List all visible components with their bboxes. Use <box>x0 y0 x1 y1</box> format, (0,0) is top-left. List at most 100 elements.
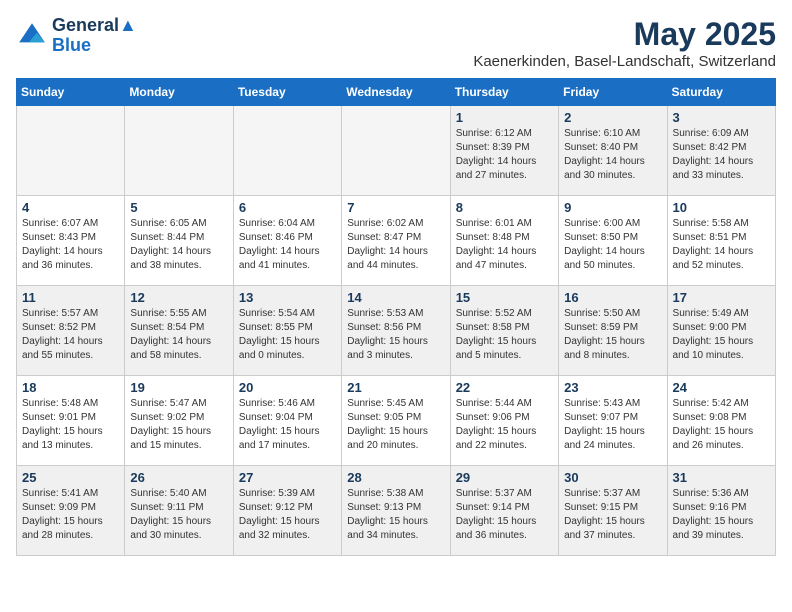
calendar-cell: 18 Sunrise: 5:48 AM Sunset: 9:01 PM Dayli… <box>17 376 125 466</box>
calendar-cell: 2 Sunrise: 6:10 AM Sunset: 8:40 PM Daylig… <box>559 106 667 196</box>
day-number: 9 <box>564 200 661 215</box>
day-number: 1 <box>456 110 553 125</box>
week-row-1: 1 Sunrise: 6:12 AM Sunset: 8:39 PM Daylig… <box>17 106 776 196</box>
day-info: Sunrise: 6:07 AM Sunset: 8:43 PM Dayligh… <box>22 217 119 273</box>
day-info: Sunrise: 5:40 AM Sunset: 9:11 PM Dayligh… <box>130 487 227 543</box>
week-row-5: 25Sunrise: 5:41 AM Sunset: 9:09 PM Dayli… <box>17 466 776 556</box>
location-subtitle: Kaenerkinden, Basel-Landschaft, Switzerl… <box>473 53 776 70</box>
day-info: Sunrise: 6:12 AM Sunset: 8:39 PM Dayligh… <box>456 127 553 183</box>
calendar-cell <box>233 106 341 196</box>
calendar-cell: 31 Sunrise: 5:36 AM Sunset: 9:16 PM Dayli… <box>667 466 775 556</box>
calendar-cell: 10 Sunrise: 5:58 AM Sunset: 8:51 PM Dayli… <box>667 196 775 286</box>
calendar-cell: 21Sunrise: 5:45 AM Sunset: 9:05 PM Dayli… <box>342 376 450 466</box>
calendar-table: SundayMondayTuesdayWednesdayThursdayFrid… <box>16 78 776 556</box>
calendar-cell: 13 Sunrise: 5:54 AM Sunset: 8:55 PM Dayli… <box>233 286 341 376</box>
calendar-cell: 14Sunrise: 5:53 AM Sunset: 8:56 PM Dayli… <box>342 286 450 376</box>
day-info: Sunrise: 5:46 AM Sunset: 9:04 PM Dayligh… <box>239 397 336 453</box>
col-header-wednesday: Wednesday <box>342 79 450 106</box>
day-info: Sunrise: 5:43 AM Sunset: 9:07 PM Dayligh… <box>564 397 661 453</box>
day-number: 27 <box>239 470 336 485</box>
day-number: 4 <box>22 200 119 215</box>
day-info: Sunrise: 6:01 AM Sunset: 8:48 PM Dayligh… <box>456 217 553 273</box>
day-number: 31 <box>673 470 770 485</box>
day-info: Sunrise: 5:54 AM Sunset: 8:55 PM Dayligh… <box>239 307 336 363</box>
day-info: Sunrise: 6:10 AM Sunset: 8:40 PM Dayligh… <box>564 127 661 183</box>
calendar-cell: 7Sunrise: 6:02 AM Sunset: 8:47 PM Daylig… <box>342 196 450 286</box>
logo-icon <box>16 20 48 52</box>
col-header-tuesday: Tuesday <box>233 79 341 106</box>
day-info: Sunrise: 5:52 AM Sunset: 8:58 PM Dayligh… <box>456 307 553 363</box>
day-number: 29 <box>456 470 553 485</box>
day-info: Sunrise: 5:55 AM Sunset: 8:54 PM Dayligh… <box>130 307 227 363</box>
day-number: 25 <box>22 470 119 485</box>
page-header: General▲ Blue May 2025 Kaenerkinden, Bas… <box>16 16 776 70</box>
calendar-cell: 4 Sunrise: 6:07 AM Sunset: 8:43 PM Daylig… <box>17 196 125 286</box>
week-row-4: 18 Sunrise: 5:48 AM Sunset: 9:01 PM Dayli… <box>17 376 776 466</box>
calendar-cell: 23 Sunrise: 5:43 AM Sunset: 9:07 PM Dayli… <box>559 376 667 466</box>
header-row: SundayMondayTuesdayWednesdayThursdayFrid… <box>17 79 776 106</box>
day-info: Sunrise: 5:36 AM Sunset: 9:16 PM Dayligh… <box>673 487 770 543</box>
calendar-cell: 11Sunrise: 5:57 AM Sunset: 8:52 PM Dayli… <box>17 286 125 376</box>
col-header-friday: Friday <box>559 79 667 106</box>
calendar-cell: 19Sunrise: 5:47 AM Sunset: 9:02 PM Dayli… <box>125 376 233 466</box>
day-number: 12 <box>130 290 227 305</box>
day-number: 2 <box>564 110 661 125</box>
day-number: 22 <box>456 380 553 395</box>
day-number: 23 <box>564 380 661 395</box>
day-number: 5 <box>130 200 227 215</box>
day-info: Sunrise: 5:49 AM Sunset: 9:00 PM Dayligh… <box>673 307 770 363</box>
day-number: 18 <box>22 380 119 395</box>
day-number: 11 <box>22 290 119 305</box>
day-info: Sunrise: 6:05 AM Sunset: 8:44 PM Dayligh… <box>130 217 227 273</box>
calendar-cell: 17 Sunrise: 5:49 AM Sunset: 9:00 PM Dayli… <box>667 286 775 376</box>
calendar-cell <box>342 106 450 196</box>
day-number: 30 <box>564 470 661 485</box>
day-number: 19 <box>130 380 227 395</box>
day-info: Sunrise: 5:44 AM Sunset: 9:06 PM Dayligh… <box>456 397 553 453</box>
day-info: Sunrise: 6:00 AM Sunset: 8:50 PM Dayligh… <box>564 217 661 273</box>
day-number: 8 <box>456 200 553 215</box>
calendar-cell: 8 Sunrise: 6:01 AM Sunset: 8:48 PM Daylig… <box>450 196 558 286</box>
calendar-cell: 12 Sunrise: 5:55 AM Sunset: 8:54 PM Dayli… <box>125 286 233 376</box>
calendar-cell: 9 Sunrise: 6:00 AM Sunset: 8:50 PM Daylig… <box>559 196 667 286</box>
calendar-cell: 22 Sunrise: 5:44 AM Sunset: 9:06 PM Dayli… <box>450 376 558 466</box>
day-info: Sunrise: 5:38 AM Sunset: 9:13 PM Dayligh… <box>347 487 444 543</box>
day-number: 13 <box>239 290 336 305</box>
day-info: Sunrise: 5:37 AM Sunset: 9:15 PM Dayligh… <box>564 487 661 543</box>
day-number: 26 <box>130 470 227 485</box>
day-number: 15 <box>456 290 553 305</box>
calendar-cell: 16Sunrise: 5:50 AM Sunset: 8:59 PM Dayli… <box>559 286 667 376</box>
day-info: Sunrise: 5:48 AM Sunset: 9:01 PM Dayligh… <box>22 397 119 453</box>
col-header-thursday: Thursday <box>450 79 558 106</box>
col-header-sunday: Sunday <box>17 79 125 106</box>
day-number: 17 <box>673 290 770 305</box>
week-row-2: 4 Sunrise: 6:07 AM Sunset: 8:43 PM Daylig… <box>17 196 776 286</box>
calendar-cell: 6Sunrise: 6:04 AM Sunset: 8:46 PM Daylig… <box>233 196 341 286</box>
calendar-cell: 1 Sunrise: 6:12 AM Sunset: 8:39 PM Daylig… <box>450 106 558 196</box>
logo-text: General▲ Blue <box>52 16 137 56</box>
calendar-cell: 25Sunrise: 5:41 AM Sunset: 9:09 PM Dayli… <box>17 466 125 556</box>
day-number: 14 <box>347 290 444 305</box>
day-info: Sunrise: 5:42 AM Sunset: 9:08 PM Dayligh… <box>673 397 770 453</box>
logo: General▲ Blue <box>16 16 137 56</box>
calendar-cell: 24 Sunrise: 5:42 AM Sunset: 9:08 PM Dayli… <box>667 376 775 466</box>
calendar-cell: 20 Sunrise: 5:46 AM Sunset: 9:04 PM Dayli… <box>233 376 341 466</box>
day-info: Sunrise: 5:39 AM Sunset: 9:12 PM Dayligh… <box>239 487 336 543</box>
calendar-cell <box>17 106 125 196</box>
calendar-cell <box>125 106 233 196</box>
day-number: 3 <box>673 110 770 125</box>
calendar-cell: 26 Sunrise: 5:40 AM Sunset: 9:11 PM Dayli… <box>125 466 233 556</box>
col-header-monday: Monday <box>125 79 233 106</box>
day-number: 16 <box>564 290 661 305</box>
month-title: May 2025 <box>473 16 776 53</box>
day-info: Sunrise: 5:58 AM Sunset: 8:51 PM Dayligh… <box>673 217 770 273</box>
calendar-cell: 3Sunrise: 6:09 AM Sunset: 8:42 PM Daylig… <box>667 106 775 196</box>
day-number: 24 <box>673 380 770 395</box>
day-info: Sunrise: 5:45 AM Sunset: 9:05 PM Dayligh… <box>347 397 444 453</box>
day-info: Sunrise: 6:02 AM Sunset: 8:47 PM Dayligh… <box>347 217 444 273</box>
calendar-cell: 15 Sunrise: 5:52 AM Sunset: 8:58 PM Dayli… <box>450 286 558 376</box>
day-number: 10 <box>673 200 770 215</box>
calendar-cell: 28Sunrise: 5:38 AM Sunset: 9:13 PM Dayli… <box>342 466 450 556</box>
day-number: 6 <box>239 200 336 215</box>
day-number: 20 <box>239 380 336 395</box>
